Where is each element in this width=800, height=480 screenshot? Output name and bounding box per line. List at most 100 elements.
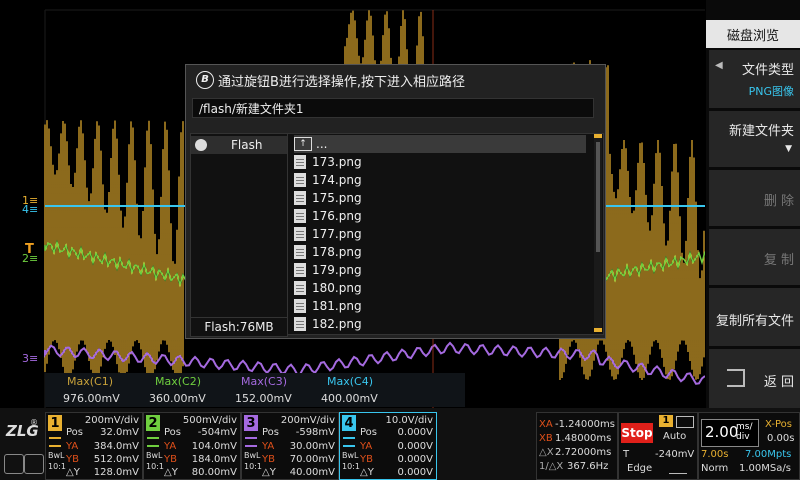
coupling-icon — [147, 437, 159, 447]
file-item[interactable]: 179.png — [294, 261, 584, 279]
channel-offset: 0.000V — [397, 427, 433, 438]
new-folder-softkey[interactable]: 新建文件夹 ▼ — [709, 111, 800, 167]
trigger-edge: Edge — [627, 463, 653, 474]
file-icon — [294, 245, 306, 259]
knob-b-icon: B — [196, 71, 214, 89]
file-item[interactable]: 177.png — [294, 225, 584, 243]
chevron-down-icon: ▼ — [785, 144, 792, 154]
trigger-panel[interactable]: Stop 1 Auto T -240mV Edge — [618, 412, 698, 480]
volts-per-div: 500mV/div — [182, 415, 237, 426]
file-item[interactable]: 178.png — [294, 243, 584, 261]
file-icon — [294, 299, 306, 313]
cursor-yb: 0.000V — [397, 454, 433, 465]
file-item[interactable]: 175.png — [294, 189, 584, 207]
delete-softkey[interactable]: 删 除 — [709, 170, 800, 226]
coupling-icon — [245, 437, 257, 447]
cursor-dy: 128.0mV — [93, 467, 139, 478]
parent-dir-item[interactable]: ↑ ... — [294, 135, 586, 153]
channel-offset: -598mV — [295, 427, 335, 438]
copy-softkey[interactable]: 复 制 — [709, 229, 800, 285]
file-item[interactable]: 173.png — [294, 153, 584, 171]
cursor-ya: 30.00mV — [289, 441, 335, 452]
measure-value-c2: 360.00mV — [149, 392, 206, 405]
measure-value-c1: 976.00mV — [63, 392, 120, 405]
coupling-icon — [343, 437, 355, 447]
run-stop-badge[interactable]: Stop — [621, 423, 653, 443]
trigger-level: -240mV — [655, 449, 695, 460]
file-list[interactable]: ↑ ... 173.png 174.png 175.png 176.png 177.pn… — [287, 133, 604, 335]
drive-label: Flash — [231, 138, 263, 152]
cursor-ya: 104.0mV — [191, 441, 237, 452]
volts-per-div: 10.0V/div — [385, 415, 433, 426]
measure-value-c4: 400.00mV — [321, 392, 378, 405]
trigger-mode: Auto — [663, 431, 687, 442]
file-type-softkey[interactable]: ◀ 文件类型 PNG图像 — [709, 50, 800, 108]
cursor-dy: 40.00mV — [289, 467, 335, 478]
channel-3-panel[interactable]: 3 200mV/div Pos -598mV YA 30.00mV YB 70.00mV △Y 4… — [241, 412, 339, 480]
channel-2-panel[interactable]: 2 500mV/div Pos -504mV YA 104.0mV YB 184.0mV △Y 8… — [143, 412, 241, 480]
drive-capacity: Flash:76MB — [190, 317, 288, 337]
file-item[interactable]: 180.png — [294, 279, 584, 297]
measure-header-c4: Max(C4) — [327, 375, 374, 388]
file-icon — [294, 227, 306, 241]
cursor-ya: 0.000V — [397, 441, 433, 452]
channel-number: 4 — [342, 415, 356, 431]
file-browser-dialog: B 通过旋钮B进行选择操作,按下进入相应路径 /flash/新建文件夹1 Fla… — [185, 64, 606, 339]
channel-offset: 32.0mV — [100, 427, 139, 438]
dialog-title-bar: B 通过旋钮B进行选择操作,按下进入相应路径 — [186, 65, 605, 95]
channel-4-panel[interactable]: 4 10.0V/div Pos 0.000V YA 0.000V YB 0.000V △Y 0.0… — [339, 412, 437, 480]
copy-all-softkey[interactable]: 复制所有文件 — [709, 288, 800, 346]
channel-number: 2 — [146, 415, 160, 431]
measure-value-c3: 152.00mV — [235, 392, 292, 405]
file-icon — [294, 173, 306, 187]
file-item[interactable]: 181.png — [294, 297, 584, 315]
path-field: /flash/新建文件夹1 — [192, 98, 594, 118]
file-list-scrollbar[interactable] — [594, 134, 602, 332]
measure-header-c1: Max(C1) — [67, 375, 114, 388]
screen-icon[interactable] — [24, 454, 44, 474]
drive-item-flash[interactable]: Flash — [191, 136, 287, 154]
measurement-strip: Max(C1) Max(C2) Max(C3) Max(C4) 976.00mV… — [45, 373, 465, 407]
menu-title: 磁盘浏览 — [706, 20, 800, 48]
file-item[interactable]: 182.png — [294, 315, 584, 333]
file-item[interactable]: 176.png — [294, 207, 584, 225]
dialog-title: 通过旋钮B进行选择操作,按下进入相应路径 — [218, 74, 466, 90]
file-icon — [294, 281, 306, 295]
cursor-dy: 0.000V — [397, 467, 433, 478]
back-icon — [727, 369, 745, 387]
ch3-marker[interactable]: 3≡ — [22, 352, 38, 365]
cursor-yb: 184.0mV — [191, 454, 237, 465]
volts-per-div: 200mV/div — [84, 415, 139, 426]
cursor-dy: 80.00mV — [191, 467, 237, 478]
trigger-source: 1 — [659, 415, 673, 427]
search-icon[interactable] — [4, 454, 24, 474]
volts-per-div: 200mV/div — [280, 415, 335, 426]
timebase-panel[interactable]: 2.00 ms/ div X-Pos 0.00s 7.00s 7.00Mpts … — [698, 412, 800, 480]
rising-edge-icon — [669, 465, 687, 474]
softkey-menu: 磁盘浏览 ◀ 文件类型 PNG图像 新建文件夹 ▼ 删 除 复 制 复制所有文件… — [706, 0, 800, 408]
cursor-readout[interactable]: XA -1.24000ms XB 1.48000ms △X 2.72000ms … — [536, 412, 618, 480]
disk-icon — [195, 139, 207, 151]
timebase-value: 2.00 — [705, 423, 739, 441]
file-icon — [294, 263, 306, 277]
status-bar: ZLG ® 1 200mV/div Pos 32.0mV YA 384.0mV YB 512.… — [0, 408, 800, 480]
coupling-icon — [49, 437, 61, 447]
channel-1-panel[interactable]: 1 200mV/div Pos 32.0mV YA 384.0mV YB 512.0mV △Y 1… — [45, 412, 143, 480]
file-icon — [294, 209, 306, 223]
cursor-ya: 384.0mV — [93, 441, 139, 452]
measure-header-c2: Max(C2) — [155, 375, 202, 388]
up-folder-icon: ↑ — [294, 137, 312, 151]
back-softkey[interactable]: 返 回 — [709, 349, 800, 408]
channel-number: 3 — [244, 415, 258, 431]
trigger-type-icon — [676, 416, 694, 428]
ch4-marker[interactable]: 4≡ — [22, 203, 38, 216]
channel-number: 1 — [48, 415, 62, 431]
file-icon — [294, 191, 306, 205]
x-position: 0.00s — [767, 433, 795, 444]
ch2-marker[interactable]: 2≡ — [22, 252, 38, 265]
file-item[interactable]: 174.png — [294, 171, 584, 189]
measure-header-c3: Max(C3) — [241, 375, 288, 388]
cursor-yb: 70.00mV — [289, 454, 335, 465]
sample-rate: 1.00MSa/s — [739, 463, 791, 474]
drive-panel: Flash — [190, 133, 288, 320]
